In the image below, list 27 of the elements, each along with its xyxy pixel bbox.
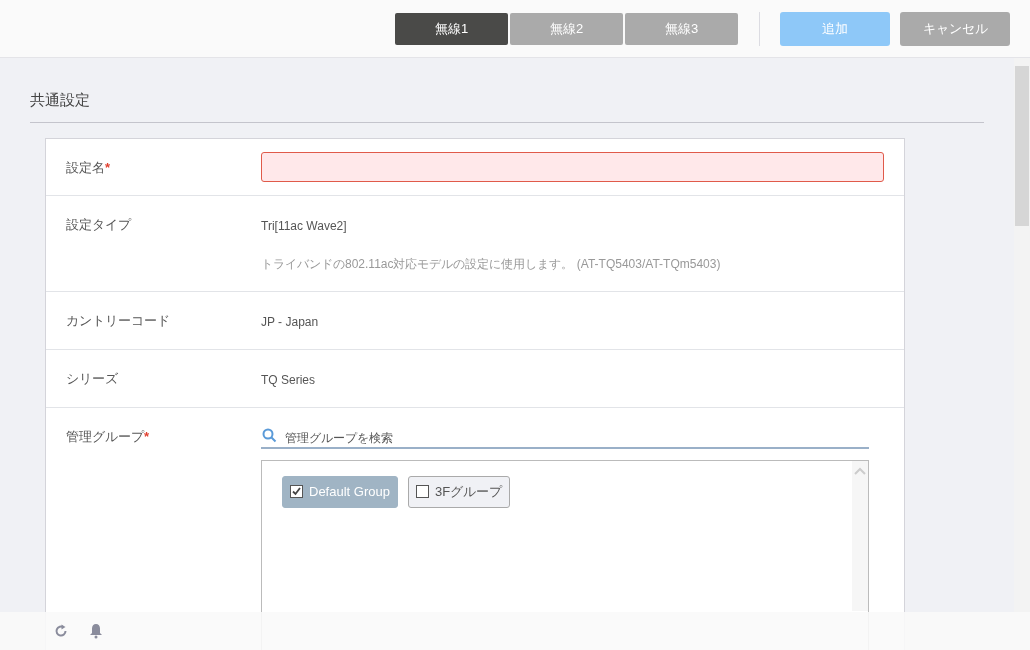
required-mark: *	[144, 428, 150, 444]
tab[interactable]: 無線3	[625, 12, 738, 45]
checkbox-icon	[290, 485, 303, 498]
section-title: 共通設定	[30, 89, 984, 123]
search-icon	[262, 427, 277, 443]
field-label: 設定タイプ	[66, 216, 131, 232]
field-label: カントリーコード	[66, 312, 170, 328]
name-input[interactable]	[261, 151, 884, 182]
field-value: TQ Series	[261, 371, 316, 389]
checkbox-icon	[415, 485, 429, 498]
field-label: シリーズ	[66, 370, 118, 386]
tab[interactable]: 無線2	[510, 12, 623, 45]
list-scrollbar[interactable]	[852, 460, 868, 611]
group-chip[interactable]: 3Fグループ	[407, 475, 511, 508]
bell-icon[interactable]	[89, 623, 103, 639]
refresh-icon[interactable]	[53, 623, 69, 639]
field-value: Tri[11ac Wave2]	[261, 217, 348, 235]
tab[interactable]: 無線1	[395, 12, 508, 45]
required-mark: *	[105, 159, 111, 175]
search-field[interactable]: 管理グループを検索	[261, 428, 869, 449]
group-chip[interactable]: Default Group	[282, 475, 398, 508]
field-label: 設定名	[66, 159, 105, 175]
field-label: 管理グループ	[66, 428, 144, 444]
field-description: トライバンドの802.11ac対応モデルの設定に使用します。 (AT-TQ5403/AT-TQm5403)	[261, 255, 722, 273]
add-button[interactable]: 追加	[780, 11, 890, 46]
field-value: JP - Japan	[261, 313, 320, 331]
cancel-button[interactable]: キャンセル	[900, 11, 1010, 46]
